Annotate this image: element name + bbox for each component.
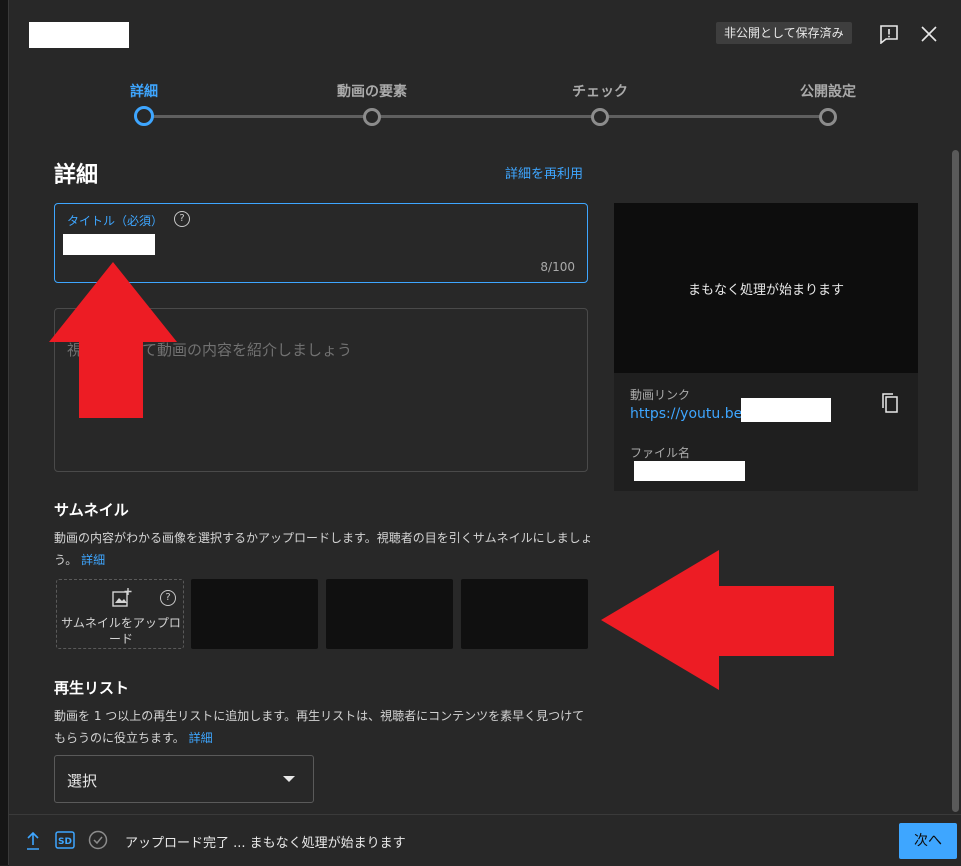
dropdown-caret-icon (283, 776, 295, 782)
playlist-select-value: 選択 (67, 772, 98, 790)
upload-icon (25, 831, 41, 854)
video-link[interactable]: https://youtu.be/ (630, 406, 747, 422)
background-page (0, 0, 8, 865)
video-preview-card: まもなく処理が始まります 動画リンク https://youtu.be/ ファイ… (614, 203, 918, 491)
footer: SD アップロード完了 ... まもなく処理が始まります 次へ (9, 814, 961, 866)
thumbnail-description: 動画の内容がわかる画像を選択するかアップロードします。視聴者の目を引くサムネイル… (54, 527, 594, 571)
title-value-redaction (63, 234, 155, 255)
page-title: 詳細 (54, 163, 99, 188)
step-elements-label[interactable]: 動画の要素 (337, 81, 407, 101)
feedback-icon[interactable] (875, 20, 903, 48)
help-icon[interactable]: ? (174, 211, 190, 227)
playlist-select[interactable]: 選択 (54, 755, 314, 803)
playlist-description: 動画を 1 つ以上の再生リストに追加します。再生リストは、視聴者にコンテンツを素… (54, 705, 594, 749)
close-icon[interactable] (915, 20, 943, 48)
annotation-arrow-left (601, 550, 834, 690)
video-link-redaction (741, 398, 831, 422)
thumbnail-heading: サムネイル (54, 501, 129, 519)
sd-quality-icon: SD (55, 831, 75, 853)
step-checks-dot[interactable] (591, 108, 609, 126)
playlist-details-link[interactable]: 詳細 (189, 731, 213, 745)
upload-thumbnail-button[interactable]: ? サムネイルをアップロード (56, 579, 184, 649)
thumbnail-option[interactable] (191, 579, 318, 649)
thumbnail-details-link[interactable]: 詳細 (81, 553, 105, 567)
upload-status: アップロード完了 ... まもなく処理が始まります (125, 836, 406, 851)
step-visibility-dot[interactable] (819, 108, 837, 126)
thumbnail-option[interactable] (326, 579, 453, 649)
title-redaction (29, 22, 129, 48)
step-elements-dot[interactable] (363, 108, 381, 126)
scrollbar[interactable] (952, 150, 959, 812)
reuse-details-link[interactable]: 詳細を再利用 (505, 163, 583, 182)
annotation-arrow-up (49, 262, 177, 418)
svg-text:SD: SD (58, 837, 72, 847)
step-details-dot[interactable] (134, 106, 154, 126)
title-field-label: タイトル（必須） (67, 214, 164, 228)
step-details-label[interactable]: 詳細 (130, 81, 158, 101)
status-badge: 非公開として保存済み (716, 22, 852, 44)
check-circle-icon (88, 830, 108, 854)
copy-icon[interactable] (876, 389, 904, 417)
char-count: 8/100 (540, 260, 575, 274)
help-icon[interactable]: ? (160, 590, 176, 606)
stepper-line (144, 115, 827, 118)
upload-thumbnail-label: サムネイルをアップロード (61, 616, 181, 646)
thumbnail-description-text: 動画の内容がわかる画像を選択するかアップロードします。視聴者の目を引くサムネイル… (54, 531, 593, 567)
processing-text: まもなく処理が始まります (687, 282, 844, 298)
video-preview: まもなく処理が始まります (614, 203, 918, 373)
filename-label: ファイル名 (630, 446, 691, 460)
add-image-icon (112, 588, 132, 612)
playlist-heading: 再生リスト (54, 679, 130, 697)
next-button[interactable]: 次へ (899, 823, 957, 859)
step-checks-label[interactable]: チェック (572, 81, 628, 101)
thumbnail-option[interactable] (461, 579, 588, 649)
filename-redaction (634, 461, 745, 481)
playlist-description-text: 動画を 1 つ以上の再生リストに追加します。再生リストは、視聴者にコンテンツを素… (54, 709, 585, 745)
step-visibility-label[interactable]: 公開設定 (800, 81, 856, 101)
video-link-label: 動画リンク (630, 388, 691, 402)
upload-dialog: 非公開として保存済み 詳細 動画の要素 チェック 公開設定 詳細 詳細を再利用 … (8, 0, 961, 866)
